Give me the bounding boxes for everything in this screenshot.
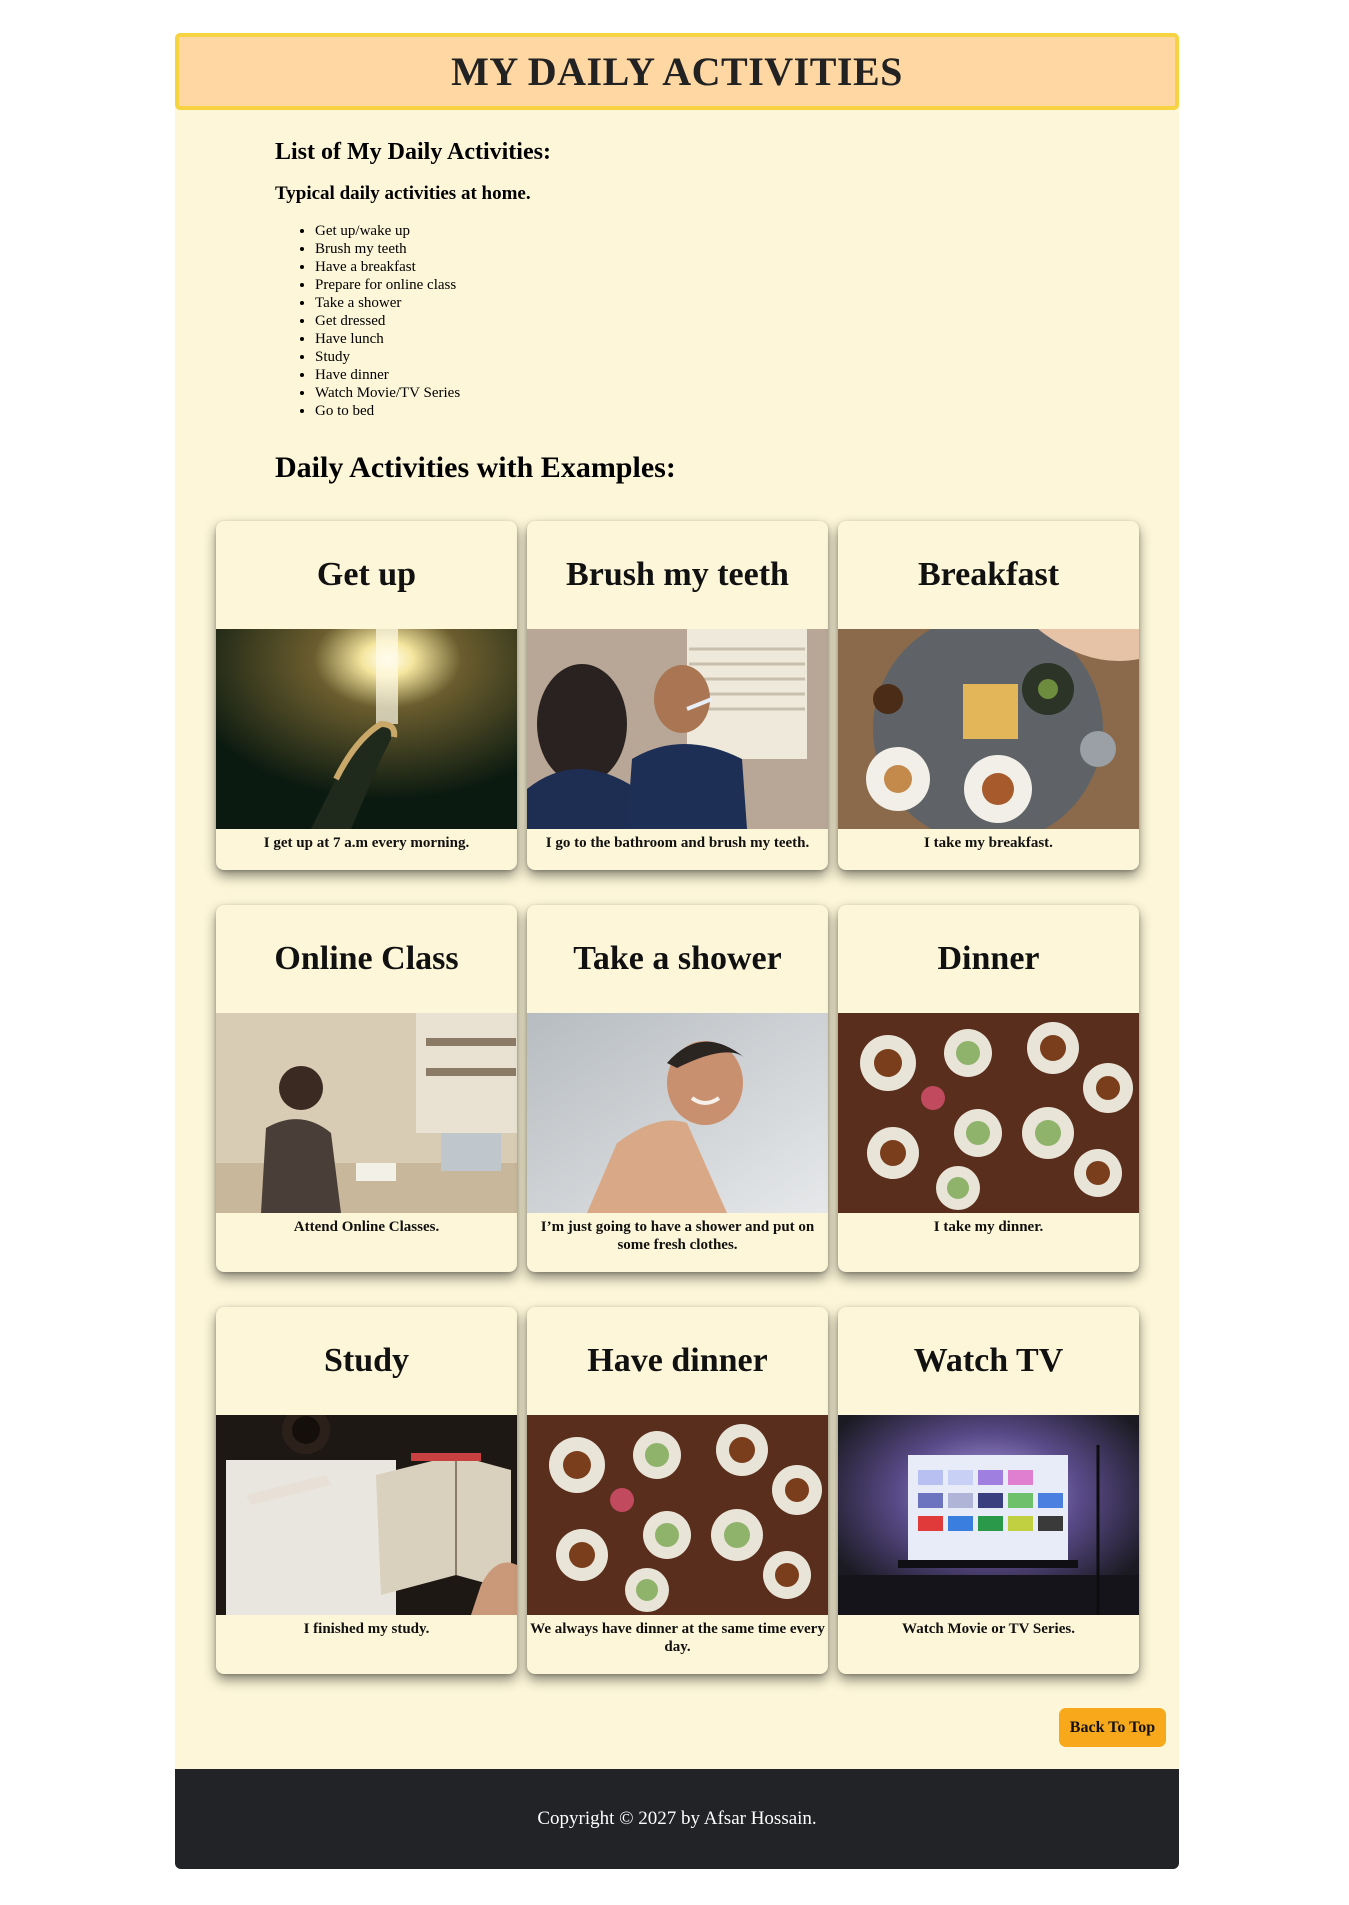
back-to-top-button[interactable]: Back To Top: [1059, 1708, 1166, 1747]
card-title: Online Class: [274, 940, 459, 977]
activity-card-have-dinner: Have dinner We always have dinner at the…: [527, 1307, 828, 1674]
man-brushing-teeth-photo: [527, 629, 828, 829]
card-caption: I finished my study.: [303, 1621, 430, 1637]
card-title: Study: [323, 1342, 410, 1379]
activity-card-shower: Take a shower I’m just going to have a s…: [527, 905, 828, 1272]
footer: Copyright © 2027 by Afsar Hossain.: [175, 1769, 1179, 1869]
card-caption: I go to the bathroom and brush my teeth.: [545, 835, 810, 851]
copyright-text: Copyright © 2027 by Afsar Hossain.: [537, 1808, 817, 1829]
activity-card-get-up: Get up I get up at 7 a.m every morning.: [216, 521, 517, 870]
list-item: Go to bed: [315, 402, 460, 420]
breakfast-table-photo: [838, 629, 1139, 829]
activity-card-dinner: Dinner I take my dinner.: [838, 905, 1139, 1272]
card-title: Brush my teeth: [566, 556, 789, 593]
list-item: Brush my teeth: [315, 240, 460, 258]
card-caption: We always have dinner at the same time e…: [530, 1621, 825, 1655]
dinner-table-photo: [838, 1013, 1139, 1213]
list-item: Watch Movie/TV Series: [315, 384, 460, 402]
student-at-laptop-photo: [216, 1013, 517, 1213]
page-container: MY DAILY ACTIVITIES List of My Daily Act…: [175, 33, 1179, 1869]
list-item: Prepare for online class: [315, 276, 460, 294]
notebook-and-book-photo: [216, 1415, 517, 1615]
activity-card-brush-teeth: Brush my teeth I go to the bathroom and …: [527, 521, 828, 870]
card-caption: I take my breakfast.: [924, 835, 1053, 851]
card-caption: Attend Online Classes.: [293, 1219, 440, 1235]
list-item: Take a shower: [315, 294, 460, 312]
card-caption: I’m just going to have a shower and put …: [540, 1219, 815, 1253]
card-title: Dinner: [937, 940, 1040, 977]
activity-card-breakfast: Breakfast I take my breakfast.: [838, 521, 1139, 870]
card-title: Have dinner: [587, 1342, 768, 1379]
card-title: Take a shower: [573, 940, 782, 977]
card-caption: I take my dinner.: [933, 1219, 1044, 1235]
card-title: Breakfast: [917, 556, 1060, 593]
activities-list: Get up/wake up Brush my teeth Have a bre…: [275, 222, 460, 420]
card-title: Watch TV: [913, 1342, 1064, 1379]
tv-screen-photo: [838, 1415, 1139, 1615]
activities-list-section: List of My Daily Activities: Typical dai…: [275, 139, 975, 419]
hand-in-light-photo: [216, 629, 517, 829]
list-item: Have dinner: [315, 366, 460, 384]
card-caption: Watch Movie or TV Series.: [902, 1621, 1075, 1637]
list-item: Get dressed: [315, 312, 460, 330]
card-title: Get up: [316, 556, 417, 593]
activity-card-study: Study I finished my study.: [216, 1307, 517, 1674]
list-item: Have a breakfast: [315, 258, 460, 276]
list-item: Study: [315, 348, 460, 366]
list-subheading: Typical daily activities at home.: [275, 183, 531, 204]
dinner-table-photo: [527, 1415, 828, 1615]
list-item: Get up/wake up: [315, 222, 460, 240]
page-title: MY DAILY ACTIVITIES: [451, 49, 903, 94]
man-in-shower-photo: [527, 1013, 828, 1213]
header-banner: MY DAILY ACTIVITIES: [175, 33, 1179, 110]
list-item: Have lunch: [315, 330, 460, 348]
card-caption: I get up at 7 a.m every morning.: [263, 835, 470, 851]
activity-card-watch-tv: Watch TV Watch Movie or TV Series.: [838, 1307, 1139, 1674]
activity-card-online-class: Online Class Attend Online Classes.: [216, 905, 517, 1272]
examples-heading: Daily Activities with Examples:: [275, 451, 676, 484]
list-heading: List of My Daily Activities:: [275, 139, 551, 165]
